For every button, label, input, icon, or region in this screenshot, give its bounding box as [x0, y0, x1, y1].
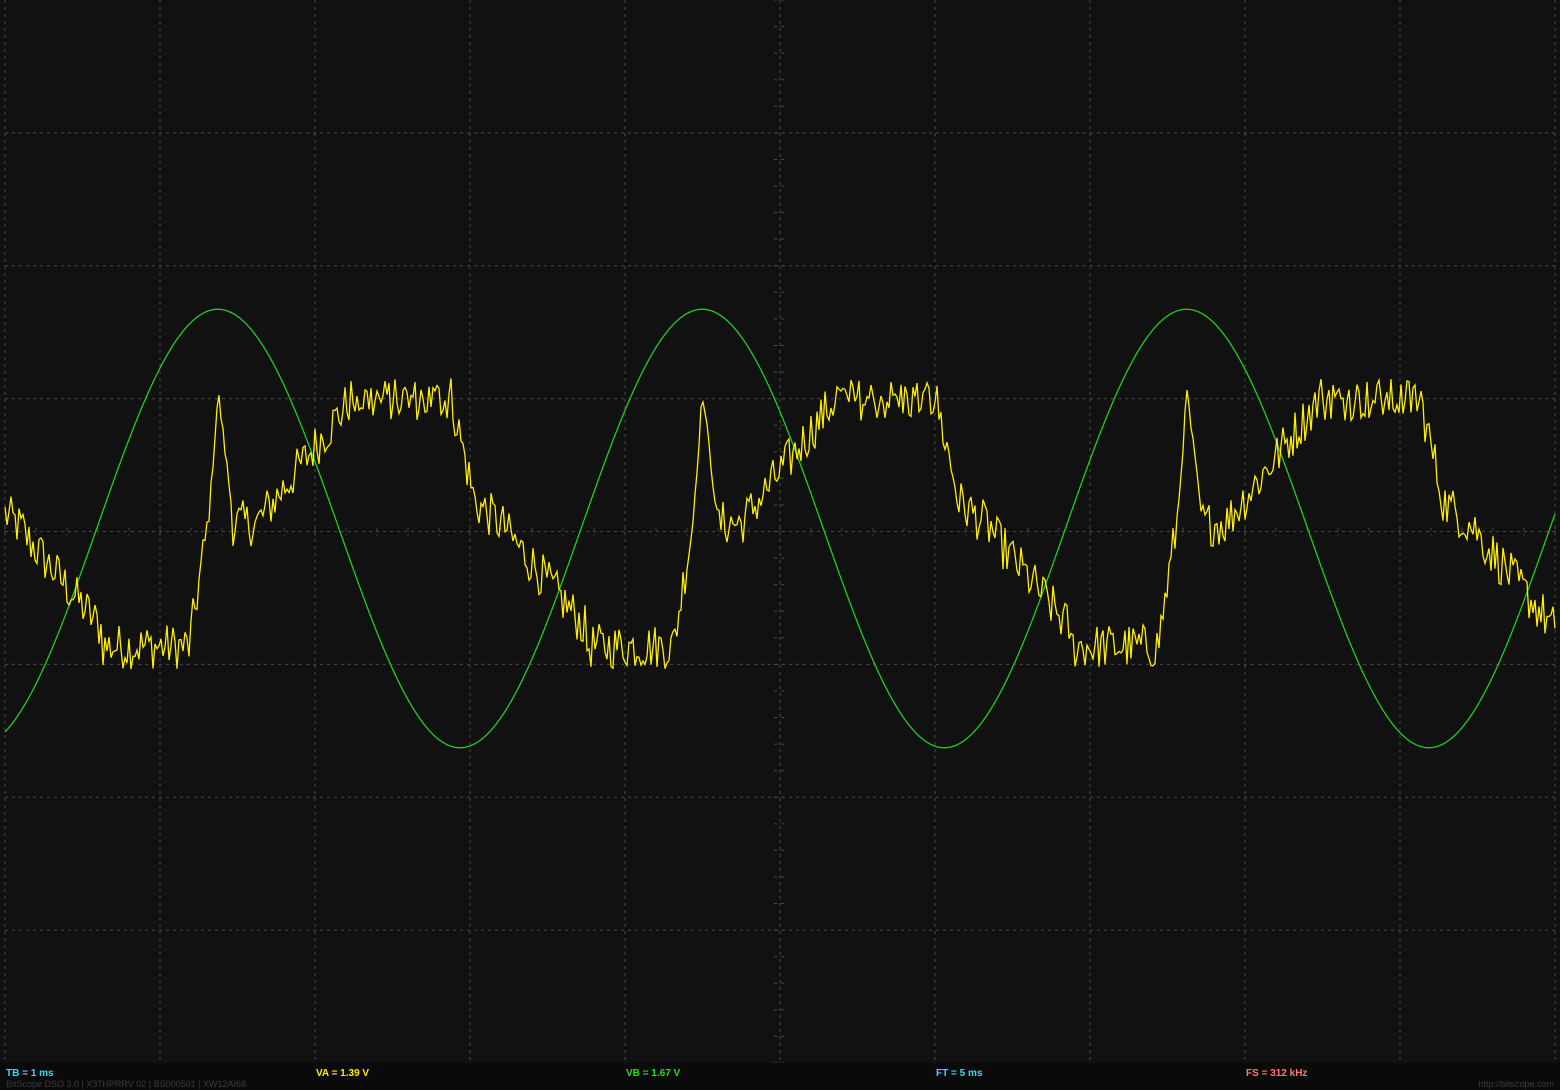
- channel-b-scale-label: VB = 1.67 V: [626, 1068, 681, 1079]
- device-info-footer: BitScope DSO 3.0 | X37HPRRV 02 | BS00050…: [6, 1079, 246, 1089]
- timebase-label: TB = 1 ms: [6, 1068, 54, 1079]
- website-url-footer: http://bitscope.com: [1478, 1079, 1554, 1089]
- channel-a-scale-label: VA = 1.39 V: [316, 1068, 370, 1079]
- oscilloscope-display: [0, 0, 1560, 1063]
- sample-rate-label: FS = 312 kHz: [1246, 1068, 1308, 1079]
- frame-time-label: FT = 5 ms: [936, 1068, 983, 1079]
